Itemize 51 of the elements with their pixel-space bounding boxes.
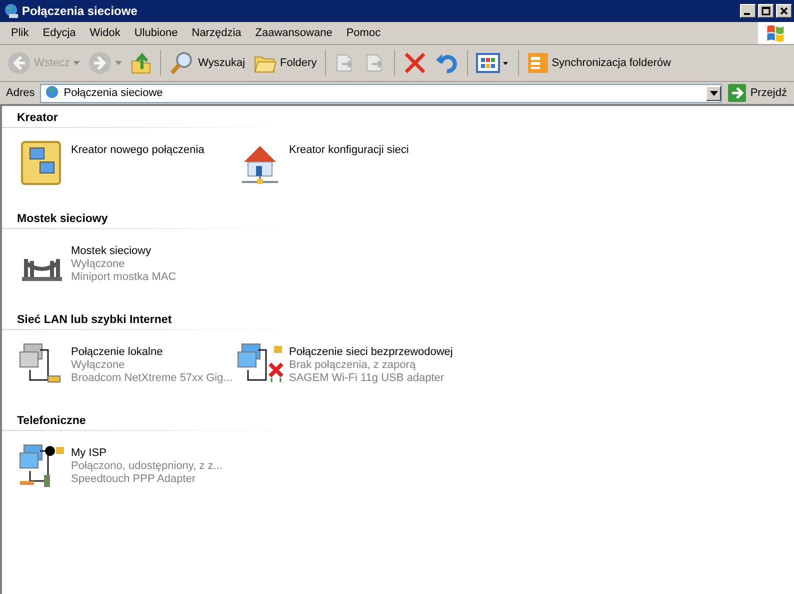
device-name: SAGEM Wi-Fi 11g USB adapter (289, 372, 446, 385)
connection-status: Wyłączone (71, 359, 126, 372)
connection-status: Wyłączone (71, 258, 126, 271)
address-field[interactable]: Połączenia sieciowe (40, 84, 722, 102)
maximize-icon (761, 6, 771, 16)
close-button[interactable] (776, 4, 792, 18)
folders-button[interactable]: Foldery (250, 50, 320, 76)
caret-icon (73, 61, 80, 65)
connection-name: Połączenie sieci bezprzewodowej (289, 346, 453, 359)
connection-status: Brak połączenia, z zaporą (289, 359, 417, 372)
connection-name: Połączenie lokalne (71, 346, 164, 359)
minimize-icon (744, 13, 750, 15)
address-value: Połączenia sieciowe (64, 87, 164, 99)
window-title: Połączenia sieciowe (22, 4, 138, 18)
search-button[interactable]: Wyszukaj (166, 49, 248, 77)
menu-item[interactable]: Plik (4, 27, 36, 39)
group-header: Kreator (2, 110, 287, 128)
dropdown-button[interactable] (706, 86, 722, 100)
caret-icon (710, 90, 718, 96)
close-icon (779, 6, 789, 16)
menu-item[interactable]: Widok (82, 27, 128, 39)
menu-item[interactable]: Edycja (36, 27, 83, 39)
folder-up-icon (130, 51, 152, 75)
connection-name: Mostek sieciowy (71, 245, 152, 258)
device-name: Broadcom NetXtreme 57xx Gig... (71, 372, 232, 385)
views-icon (476, 52, 510, 74)
network-globe-icon (44, 85, 60, 101)
go-button[interactable]: Przejdź (725, 84, 790, 102)
group-header: Telefoniczne (2, 413, 287, 431)
device-name: Speedtouch PPP Adapter (71, 473, 197, 486)
address-label: Adres (5, 87, 36, 99)
group-header: Sieć LAN lub szybki Internet (2, 312, 287, 330)
caret-icon (115, 61, 122, 65)
device-name: Miniport mostka MAC (71, 271, 176, 284)
menu-item[interactable]: Ulubione (127, 27, 185, 39)
network-globe-icon (3, 3, 19, 19)
maximize-button[interactable] (758, 4, 774, 18)
menu-item[interactable]: Pomoc (339, 27, 388, 39)
menu-item[interactable]: Zaawansowane (248, 27, 340, 39)
connection-status: Połączono, udostępniony, z z... (71, 460, 222, 473)
go-arrow-icon (728, 84, 746, 102)
connection-name: Kreator konfiguracji sieci (289, 144, 409, 157)
menu-item[interactable]: Narzędzia (184, 27, 248, 39)
connection-name: My ISP (71, 447, 108, 460)
sync-icon (526, 52, 549, 74)
connection-name: Kreator nowego połączenia (71, 144, 204, 157)
group-header: Mostek sieciowy (2, 211, 287, 229)
windows-flag-icon (758, 22, 794, 44)
minimize-button[interactable] (740, 4, 756, 18)
delete-icon (402, 51, 427, 75)
sync-button[interactable]: Synchronizacja folderów (524, 50, 674, 76)
